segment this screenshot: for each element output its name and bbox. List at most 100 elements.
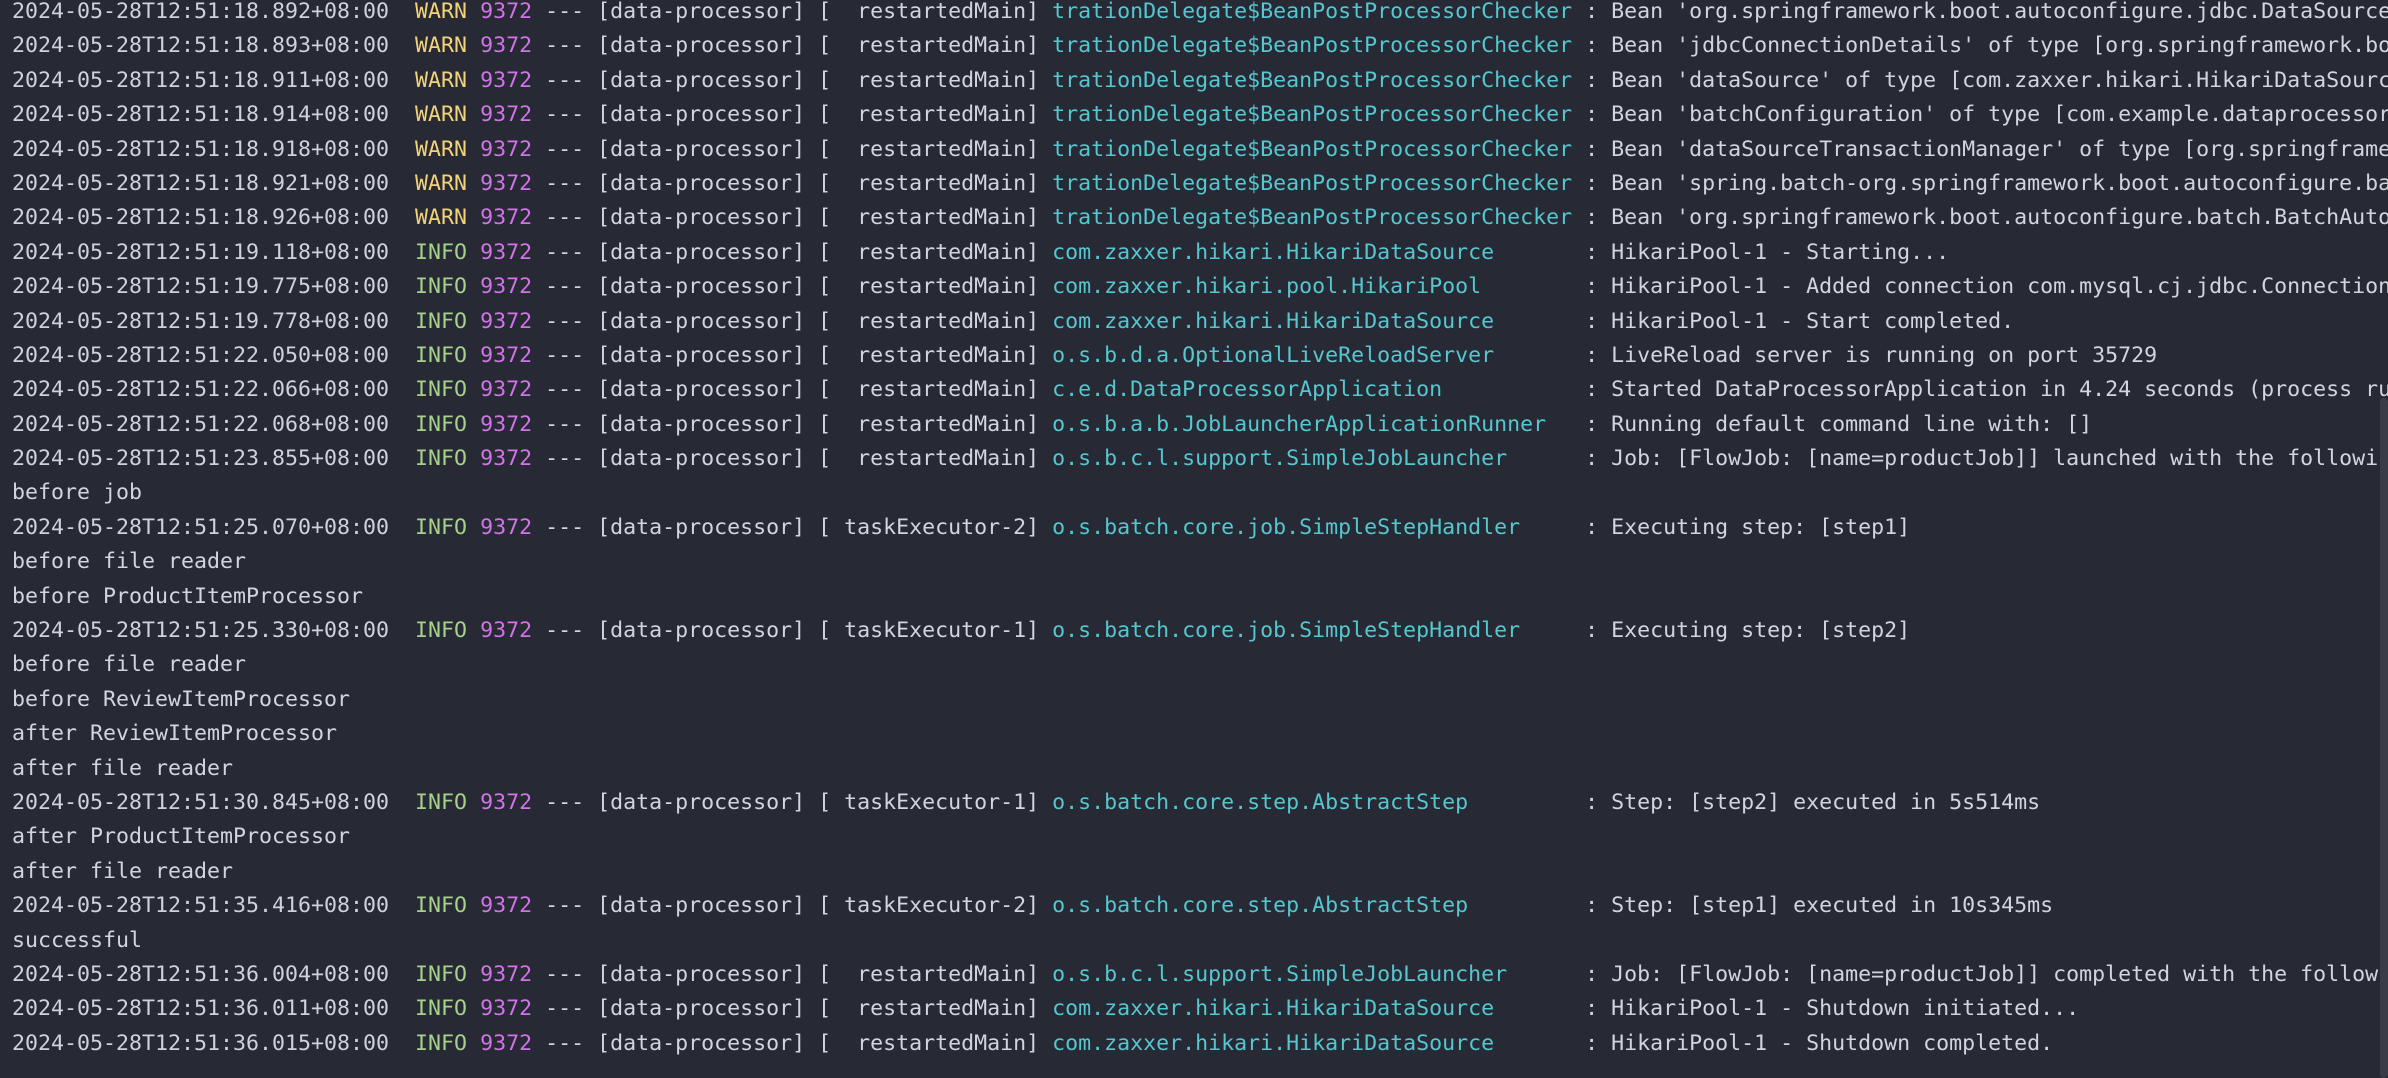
log-level: WARN [415,33,468,59]
vertical-scrollbar[interactable] [2374,0,2388,1078]
log-pid: 9372 [480,239,533,265]
log-level: INFO [415,342,468,368]
log-line: 2024-05-28T12:51:18.914+08:00 WARN 9372 … [12,98,2388,132]
log-pid: 9372 [480,102,533,128]
log-message: : Bean 'dataSource' of type [com.zaxxer.… [1572,67,2388,93]
log-logger: o.s.batch.core.step.AbstractStep [1052,893,1573,919]
log-pid: 9372 [480,0,533,24]
log-message: : Bean 'org.springframework.boot.autocon… [1572,0,2388,24]
log-pid: 9372 [480,893,533,919]
log-pid: 9372 [480,342,533,368]
log-line: 2024-05-28T12:51:19.778+08:00 INFO 9372 … [12,305,2388,339]
log-pid: 9372 [480,789,533,815]
log-thread: --- [data-processor] [ taskExecutor-2] [532,893,1053,919]
log-message: : Step: [step1] executed in 10s345ms [1572,893,2054,919]
log-timestamp: 2024-05-28T12:51:36.004+08:00 [12,961,390,987]
log-level: INFO [415,514,468,540]
stdout-line: after ReviewItemProcessor [12,717,2388,751]
log-logger: o.s.batch.core.job.SimpleStepHandler [1052,618,1573,644]
log-line: 2024-05-28T12:51:36.004+08:00 INFO 9372 … [12,958,2388,992]
log-thread: --- [data-processor] [ taskExecutor-1] [532,618,1053,644]
log-timestamp: 2024-05-28T12:51:18.911+08:00 [12,67,390,93]
log-logger: o.s.b.a.b.JobLauncherApplicationRunner [1052,411,1573,437]
log-level: INFO [415,446,468,472]
log-logger: com.zaxxer.hikari.HikariDataSource [1052,996,1573,1022]
log-thread: --- [data-processor] [ restartedMain] [532,1030,1053,1056]
stdout-line: after file reader [12,752,2388,786]
log-thread: --- [data-processor] [ restartedMain] [532,0,1053,24]
log-logger: o.s.batch.core.step.AbstractStep [1052,789,1573,815]
log-thread: --- [data-processor] [ restartedMain] [532,33,1053,59]
stdout-line: before file reader [12,545,2388,579]
log-line: 2024-05-28T12:51:36.015+08:00 INFO 9372 … [12,1027,2388,1061]
log-lines: 2024-05-28T12:51:18.892+08:00 WARN 9372 … [12,0,2388,1061]
log-logger: trationDelegate$BeanPostProcessorChecker [1052,136,1573,162]
log-thread: --- [data-processor] [ restartedMain] [532,205,1053,231]
log-message: : HikariPool-1 - Shutdown completed. [1572,1030,2054,1056]
stdout-line: before ReviewItemProcessor [12,683,2388,717]
log-timestamp: 2024-05-28T12:51:36.015+08:00 [12,1030,390,1056]
log-line: 2024-05-28T12:51:18.918+08:00 WARN 9372 … [12,133,2388,167]
log-level: INFO [415,1030,468,1056]
log-logger: trationDelegate$BeanPostProcessorChecker [1052,170,1573,196]
log-logger: com.zaxxer.hikari.HikariDataSource [1052,239,1573,265]
log-message: : Step: [step2] executed in 5s514ms [1572,789,2041,815]
log-level: WARN [415,136,468,162]
log-message: : Bean 'org.springframework.boot.autocon… [1572,205,2388,231]
log-thread: --- [data-processor] [ restartedMain] [532,342,1053,368]
log-timestamp: 2024-05-28T12:51:36.011+08:00 [12,996,390,1022]
log-timestamp: 2024-05-28T12:51:18.893+08:00 [12,33,390,59]
log-logger: com.zaxxer.hikari.pool.HikariPool [1052,274,1573,300]
log-timestamp: 2024-05-28T12:51:19.775+08:00 [12,274,390,300]
log-message: : HikariPool-1 - Added connection com.my… [1572,274,2388,300]
log-message: : LiveReload server is running on port 3… [1572,342,2158,368]
console-output[interactable]: 2024-05-28T12:51:18.892+08:00 WARN 9372 … [0,0,2388,1078]
log-thread: --- [data-processor] [ restartedMain] [532,308,1053,334]
log-level: INFO [415,618,468,644]
log-pid: 9372 [480,1030,533,1056]
log-level: WARN [415,0,468,24]
log-level: INFO [415,274,468,300]
log-message: : Bean 'spring.batch-org.springframework… [1572,170,2388,196]
stdout-text: before ReviewItemProcessor [12,686,351,712]
log-timestamp: 2024-05-28T12:51:19.778+08:00 [12,308,390,334]
log-pid: 9372 [480,33,533,59]
log-logger: o.s.b.c.l.support.SimpleJobLauncher [1052,446,1573,472]
stdout-text: before file reader [12,549,247,575]
log-level: INFO [415,411,468,437]
log-thread: --- [data-processor] [ restartedMain] [532,996,1053,1022]
log-message: : Job: [FlowJob: [name=productJob]] laun… [1572,446,2388,472]
log-logger: c.e.d.DataProcessorApplication [1052,377,1573,403]
log-logger: trationDelegate$BeanPostProcessorChecker [1052,0,1573,24]
log-line: 2024-05-28T12:51:18.911+08:00 WARN 9372 … [12,64,2388,98]
stdout-line: after file reader [12,855,2388,889]
stdout-text: before file reader [12,652,247,678]
log-pid: 9372 [480,205,533,231]
stdout-text: before ProductItemProcessor [12,583,364,609]
log-level: INFO [415,996,468,1022]
stdout-line: before file reader [12,648,2388,682]
log-message: : Bean 'dataSourceTransactionManager' of… [1572,136,2388,162]
stdout-text: after ReviewItemProcessor [12,721,338,747]
log-thread: --- [data-processor] [ restartedMain] [532,136,1053,162]
log-message: : Job: [FlowJob: [name=productJob]] comp… [1572,961,2388,987]
log-pid: 9372 [480,961,533,987]
log-pid: 9372 [480,618,533,644]
log-level: INFO [415,239,468,265]
log-thread: --- [data-processor] [ restartedMain] [532,170,1053,196]
scrollbar-thumb[interactable] [2380,398,2388,1078]
log-thread: --- [data-processor] [ restartedMain] [532,377,1053,403]
log-level: WARN [415,67,468,93]
stdout-text: successful [12,927,143,953]
log-pid: 9372 [480,446,533,472]
log-message: : Executing step: [step1] [1572,514,1911,540]
log-thread: --- [data-processor] [ restartedMain] [532,239,1053,265]
log-level: INFO [415,789,468,815]
log-level: INFO [415,377,468,403]
log-logger: trationDelegate$BeanPostProcessorChecker [1052,67,1573,93]
stdout-text: after ProductItemProcessor [12,824,351,850]
log-line: 2024-05-28T12:51:18.921+08:00 WARN 9372 … [12,167,2388,201]
log-timestamp: 2024-05-28T12:51:35.416+08:00 [12,893,390,919]
log-logger: com.zaxxer.hikari.HikariDataSource [1052,308,1573,334]
log-level: WARN [415,170,468,196]
